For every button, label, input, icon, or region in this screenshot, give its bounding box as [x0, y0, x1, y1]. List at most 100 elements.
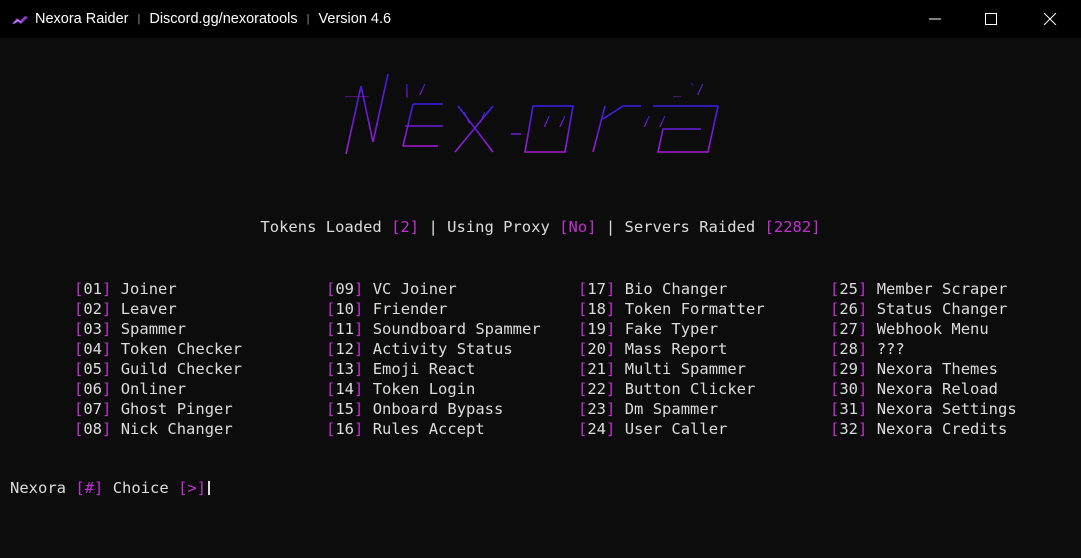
- bracket-open: [: [830, 400, 840, 418]
- svg-text:___: ___: [345, 83, 369, 98]
- bracket-close: ]: [102, 360, 112, 378]
- menu-item-number: 08: [83, 420, 103, 438]
- menu-item[interactable]: [21] Multi Spammer: [578, 359, 765, 379]
- close-button[interactable]: [1022, 0, 1078, 38]
- bracket-close: ]: [409, 218, 420, 236]
- maximize-button[interactable]: [963, 0, 1019, 38]
- menu-item[interactable]: [27] Webhook Menu: [830, 319, 1017, 339]
- menu-item[interactable]: [18] Token Formatter: [578, 299, 765, 319]
- menu-item[interactable]: [06] Onliner: [74, 379, 242, 399]
- menu-column-3: [17] Bio Changer [18] Token Formatter [19]…: [578, 279, 765, 439]
- menu-item[interactable]: [25] Member Scraper: [830, 279, 1017, 299]
- bracket-open: [: [74, 340, 84, 358]
- menu-item-label: Emoji React: [372, 360, 476, 378]
- menu-item[interactable]: [31] Nexora Settings: [830, 399, 1017, 419]
- bracket-close: ]: [606, 360, 616, 378]
- nexora-ascii-logo: ___ | / \ / / / / / _ `/: [343, 64, 728, 168]
- bracket-close: ]: [102, 420, 112, 438]
- bracket-open: [: [578, 420, 588, 438]
- menu-item-number: 18: [587, 300, 607, 318]
- menu-item-label: Ghost Pinger: [120, 400, 233, 418]
- bracket-open: [: [830, 340, 840, 358]
- svg-text:/ /: / /: [543, 115, 566, 130]
- bracket-open: [: [830, 380, 840, 398]
- stats-separator: |: [605, 218, 616, 236]
- menu-item-number: 15: [335, 400, 355, 418]
- bracket-open: [: [559, 218, 569, 236]
- servers-label: Servers Raided: [624, 218, 756, 236]
- menu-item-label: Spammer: [120, 320, 187, 338]
- menu-item[interactable]: [15] Onboard Bypass: [326, 399, 541, 419]
- menu-item[interactable]: [05] Guild Checker: [74, 359, 242, 379]
- menu-item-label: Button Clicker: [624, 380, 756, 398]
- menu-item[interactable]: [14] Token Login: [326, 379, 541, 399]
- menu-column-1: [01] Joiner [02] Leaver [03] Spammer [04] T…: [74, 279, 242, 439]
- menu-item-number: 01: [83, 280, 103, 298]
- bracket-open: [: [578, 380, 588, 398]
- tokens-label: Tokens Loaded: [260, 218, 382, 236]
- bracket-open: [: [578, 340, 588, 358]
- menu-item-number: 14: [335, 380, 355, 398]
- menu-item-label: Friender: [372, 300, 448, 318]
- menu-item[interactable]: [28] ???: [830, 339, 1017, 359]
- menu-item-label: Webhook Menu: [876, 320, 989, 338]
- window-titlebar[interactable]: Nexora Raider | Discord.gg/nexoratools | Ver…: [0, 0, 1081, 38]
- console-output[interactable]: ___ | / \ / / / / / _ `/ Tokens Loaded […: [0, 38, 1081, 558]
- menu-item[interactable]: [19] Fake Typer: [578, 319, 765, 339]
- menu-item[interactable]: [12] Activity Status: [326, 339, 541, 359]
- svg-text:/ /: / /: [643, 115, 666, 130]
- menu-item[interactable]: [02] Leaver: [74, 299, 242, 319]
- menu-item[interactable]: [04] Token Checker: [74, 339, 242, 359]
- menu-item[interactable]: [22] Button Clicker: [578, 379, 765, 399]
- menu-item[interactable]: [10] Friender: [326, 299, 541, 319]
- bracket-open: [: [74, 300, 84, 318]
- menu-item[interactable]: [07] Ghost Pinger: [74, 399, 242, 419]
- bracket-open: [: [74, 400, 84, 418]
- bracket-close: ]: [858, 400, 868, 418]
- bracket-open: [: [578, 320, 588, 338]
- prompt-choice: Choice: [112, 479, 169, 497]
- menu-item[interactable]: [13] Emoji React: [326, 359, 541, 379]
- menu-item[interactable]: [08] Nick Changer: [74, 419, 242, 439]
- menu-item-number: 03: [83, 320, 103, 338]
- app-name: Nexora Raider: [35, 11, 129, 27]
- menu-item[interactable]: [09] VC Joiner: [326, 279, 541, 299]
- menu-item-number: 09: [335, 280, 355, 298]
- minimize-button[interactable]: [907, 0, 963, 38]
- menu-item-label: Nexora Reload: [876, 380, 999, 398]
- prompt-name: Nexora: [10, 479, 66, 497]
- menu-item-number: 13: [335, 360, 355, 378]
- bracket-open: [: [326, 340, 336, 358]
- bracket-open: [: [74, 380, 84, 398]
- menu-item[interactable]: [17] Bio Changer: [578, 279, 765, 299]
- menu-item[interactable]: [16] Rules Accept: [326, 419, 541, 439]
- menu-item[interactable]: [11] Soundboard Spammer: [326, 319, 541, 339]
- bracket-close: ]: [858, 340, 868, 358]
- menu-item-number: 22: [587, 380, 607, 398]
- menu-item[interactable]: [30] Nexora Reload: [830, 379, 1017, 399]
- bracket-close: ]: [102, 320, 112, 338]
- bracket-close: ]: [102, 380, 112, 398]
- menu-item[interactable]: [23] Dm Spammer: [578, 399, 765, 419]
- input-prompt[interactable]: Nexora [#] Choice [>]: [10, 479, 211, 497]
- menu-item[interactable]: [20] Mass Report: [578, 339, 765, 359]
- menu-item[interactable]: [01] Joiner: [74, 279, 242, 299]
- menu-item-label: Token Login: [372, 380, 476, 398]
- menu-item[interactable]: [24] User Caller: [578, 419, 765, 439]
- menu-item[interactable]: [03] Spammer: [74, 319, 242, 339]
- menu-item[interactable]: [26] Status Changer: [830, 299, 1017, 319]
- menu-item-number: 16: [335, 420, 355, 438]
- menu-item-label: User Caller: [624, 420, 728, 438]
- menu-item[interactable]: [29] Nexora Themes: [830, 359, 1017, 379]
- menu-item-label: Status Changer: [876, 300, 1008, 318]
- bracket-close: ]: [811, 218, 821, 236]
- bracket-open: [: [74, 280, 84, 298]
- menu-item[interactable]: [32] Nexora Credits: [830, 419, 1017, 439]
- bracket-close: ]: [196, 479, 207, 497]
- close-icon: [1043, 13, 1057, 25]
- bracket-open: [: [578, 360, 588, 378]
- bracket-close: ]: [858, 360, 868, 378]
- bracket-close: ]: [858, 300, 868, 318]
- bracket-close: ]: [858, 320, 868, 338]
- window-title: Nexora Raider | Discord.gg/nexoratools | Ver…: [35, 11, 391, 27]
